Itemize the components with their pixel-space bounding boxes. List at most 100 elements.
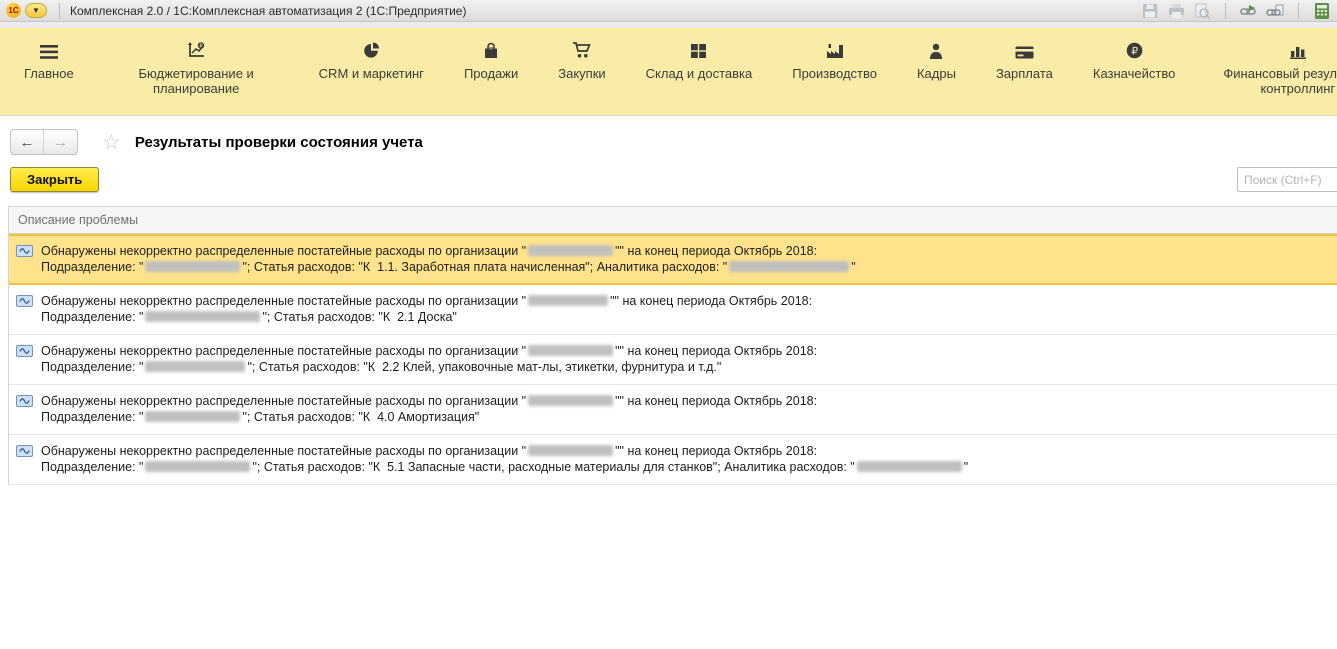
ribbon-section-budgeting[interactable]: ₽Бюджетирование и планирование bbox=[94, 28, 299, 115]
redacted-text bbox=[528, 295, 608, 306]
problem-row[interactable]: Обнаружены некорректно распределенные по… bbox=[9, 335, 1337, 385]
problem-text: Подразделение: " bbox=[41, 260, 143, 274]
problem-text: Подразделение: " bbox=[41, 410, 143, 424]
redacted-text bbox=[528, 245, 613, 256]
register-record-icon bbox=[16, 445, 33, 457]
register-record-icon bbox=[16, 245, 33, 257]
problem-text: Обнаружены некорректно распределенные по… bbox=[41, 244, 526, 258]
problem-text: " bbox=[964, 460, 968, 474]
redacted-text bbox=[528, 395, 613, 406]
problem-text-line: Подразделение: ""; Статья расходов: "К 2… bbox=[41, 359, 817, 375]
problem-text-line: Обнаружены некорректно распределенные по… bbox=[41, 443, 968, 459]
menu-icon bbox=[40, 41, 58, 59]
warehouse-icon bbox=[690, 41, 707, 59]
svg-text:₽: ₽ bbox=[1131, 45, 1138, 57]
problem-row[interactable]: Обнаружены некорректно распределенные по… bbox=[9, 285, 1337, 335]
problem-text: "" на конец периода Октябрь 2018: bbox=[615, 344, 817, 358]
problem-description: Обнаружены некорректно распределенные по… bbox=[41, 443, 968, 475]
problem-text: Подразделение: " bbox=[41, 460, 143, 474]
1c-logo-icon: 1С bbox=[6, 3, 21, 18]
calculator-icon[interactable] bbox=[1313, 2, 1331, 19]
navigation-bar: ← → ☆ Результаты проверки состояния учет… bbox=[10, 127, 1337, 157]
ribbon-section-finance[interactable]: Финансовый результат и контроллинг bbox=[1195, 28, 1337, 115]
ribbon-section-label: Зарплата bbox=[996, 66, 1053, 81]
ribbon-section-sales[interactable]: Продажи bbox=[444, 28, 538, 115]
problem-text: "; Статья расходов: "К 5.1 Запасные част… bbox=[252, 460, 854, 474]
problem-text-line: Подразделение: ""; Статья расходов: "К 2… bbox=[41, 309, 812, 325]
register-record-icon bbox=[16, 395, 33, 407]
problem-text: Обнаружены некорректно распределенные по… bbox=[41, 394, 526, 408]
close-button[interactable]: Закрыть bbox=[10, 167, 99, 192]
wallet-icon bbox=[1015, 41, 1034, 59]
redacted-text bbox=[528, 345, 613, 356]
window-titlebar: 1С ▼ Комплексная 2.0 / 1С:Комплексная ав… bbox=[0, 0, 1337, 22]
go-to-link-icon[interactable] bbox=[1240, 2, 1258, 19]
print-preview-icon[interactable] bbox=[1193, 2, 1211, 19]
problem-text: "" на конец периода Октябрь 2018: bbox=[615, 244, 817, 258]
redacted-text bbox=[145, 311, 260, 322]
save-icon[interactable] bbox=[1141, 2, 1159, 19]
command-bar: Закрыть bbox=[0, 167, 1337, 197]
ruble-icon: ₽ bbox=[1126, 41, 1143, 59]
ribbon-section-production[interactable]: Производство bbox=[772, 28, 897, 115]
ribbon-section-home[interactable]: Главное bbox=[4, 28, 94, 115]
titlebar-separator bbox=[1225, 3, 1226, 19]
page-title: Результаты проверки состояния учета bbox=[135, 134, 423, 151]
factory-icon bbox=[826, 41, 844, 59]
ribbon-section-label: Кадры bbox=[917, 66, 956, 81]
ribbon-section-label: Склад и доставка bbox=[646, 66, 753, 81]
titlebar-separator bbox=[1298, 3, 1299, 19]
window-title: Комплексная 2.0 / 1С:Комплексная автомат… bbox=[70, 4, 466, 18]
ribbon-section-label: Финансовый результат и контроллинг bbox=[1215, 66, 1337, 96]
function-panel: Главное₽Бюджетирование и планированиеCRM… bbox=[0, 28, 1337, 116]
ribbon-section-crm[interactable]: CRM и маркетинг bbox=[299, 28, 444, 115]
favorite-star-icon[interactable]: ☆ bbox=[102, 130, 121, 155]
redacted-text bbox=[145, 261, 240, 272]
problem-text: "; Статья расходов: "К 4.0 Амортизация" bbox=[242, 410, 479, 424]
get-link-icon[interactable] bbox=[1266, 2, 1284, 19]
ribbon-section-label: Производство bbox=[792, 66, 877, 81]
problem-text: Подразделение: " bbox=[41, 310, 143, 324]
problem-text-line: Обнаружены некорректно распределенные по… bbox=[41, 243, 856, 259]
ribbon-section-payroll[interactable]: Зарплата bbox=[976, 28, 1073, 115]
problem-description: Обнаружены некорректно распределенные по… bbox=[41, 293, 812, 325]
problem-text: "; Статья расходов: "К 1.1. Заработная п… bbox=[242, 260, 727, 274]
bag-icon bbox=[483, 41, 499, 59]
redacted-text bbox=[145, 361, 245, 372]
bar-chart-icon bbox=[1290, 41, 1306, 59]
ribbon-section-label: Закупки bbox=[558, 66, 605, 81]
cart-icon bbox=[572, 41, 591, 59]
problem-description: Обнаружены некорректно распределенные по… bbox=[41, 393, 817, 425]
problem-text-line: Обнаружены некорректно распределенные по… bbox=[41, 293, 812, 309]
search-input[interactable] bbox=[1237, 167, 1337, 192]
problem-description: Обнаружены некорректно распределенные по… bbox=[41, 243, 856, 275]
budget-chart-icon: ₽ bbox=[187, 41, 206, 59]
column-header-problem-description[interactable]: Описание проблемы bbox=[9, 207, 1337, 234]
forward-button[interactable]: → bbox=[44, 130, 77, 154]
ribbon-section-treasury[interactable]: ₽Казначейство bbox=[1073, 28, 1195, 115]
ribbon-section-hr[interactable]: Кадры bbox=[897, 28, 976, 115]
problem-row[interactable]: Обнаружены некорректно распределенные по… bbox=[9, 385, 1337, 435]
problem-text: "; Статья расходов: "К 2.2 Клей, упаково… bbox=[247, 360, 721, 374]
titlebar-separator bbox=[59, 3, 60, 19]
problem-row[interactable]: Обнаружены некорректно распределенные по… bbox=[9, 234, 1337, 285]
problem-text: "" на конец периода Октябрь 2018: bbox=[615, 394, 817, 408]
redacted-text bbox=[528, 445, 613, 456]
problem-row[interactable]: Обнаружены некорректно распределенные по… bbox=[9, 435, 1337, 485]
problem-text: "" на конец периода Октябрь 2018: bbox=[615, 444, 817, 458]
redacted-text bbox=[857, 461, 962, 472]
problem-text-line: Обнаружены некорректно распределенные по… bbox=[41, 393, 817, 409]
ribbon-section-purchases[interactable]: Закупки bbox=[538, 28, 625, 115]
ribbon-section-warehouse[interactable]: Склад и доставка bbox=[626, 28, 773, 115]
redacted-text bbox=[729, 261, 849, 272]
problem-text-line: Подразделение: " "; Статья расходов: "К 4… bbox=[41, 409, 817, 425]
pie-chart-icon bbox=[363, 41, 380, 59]
main-menu-dropdown-button[interactable]: ▼ bbox=[25, 3, 47, 18]
svg-text:₽: ₽ bbox=[199, 43, 203, 50]
register-record-icon bbox=[16, 295, 33, 307]
problem-text-line: Подразделение: " "; Статья расходов: "К 1… bbox=[41, 259, 856, 275]
print-icon[interactable] bbox=[1167, 2, 1185, 19]
back-button[interactable]: ← bbox=[11, 130, 44, 154]
problem-text: " bbox=[851, 260, 855, 274]
problem-text-line: Подразделение: " "; Статья расходов: "К 5… bbox=[41, 459, 968, 475]
